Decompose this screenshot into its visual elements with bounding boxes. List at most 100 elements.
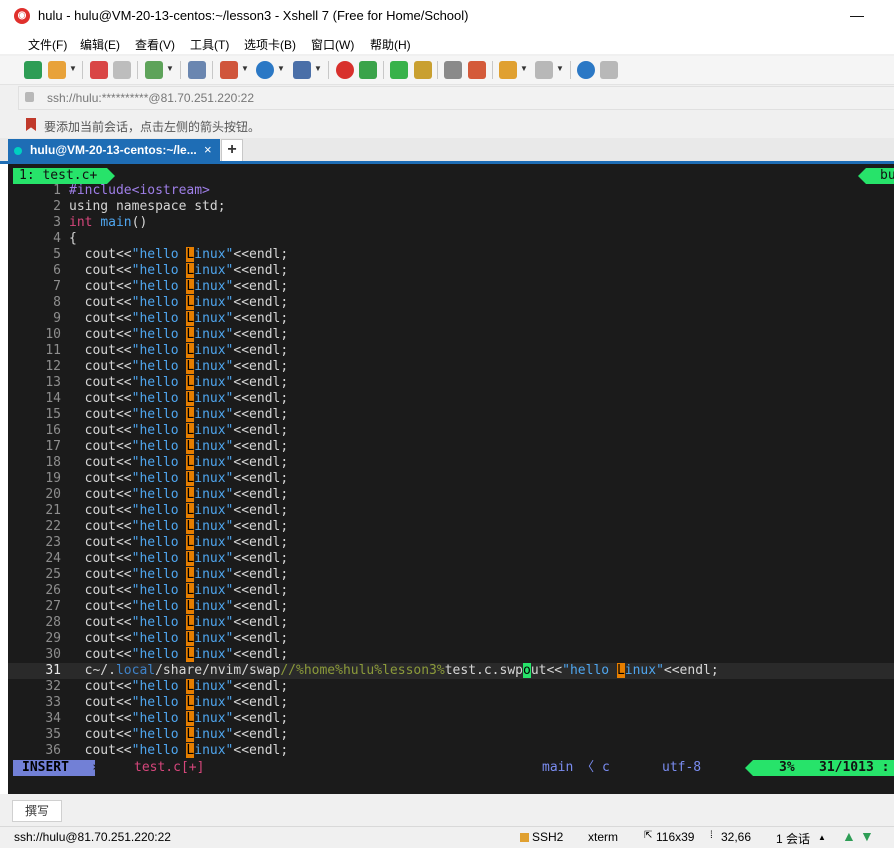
code-token: <<endl; bbox=[233, 743, 289, 758]
line-number: 30 bbox=[45, 647, 61, 662]
code-area[interactable]: 1 #include<iostream> 2 using namespace std;… bbox=[8, 183, 894, 759]
code-token: "hello bbox=[131, 263, 187, 278]
menu-tabs[interactable]: 选项卡(B) bbox=[244, 36, 296, 53]
minimize-button[interactable]: — bbox=[842, 2, 872, 30]
chevron-down-icon[interactable]: ▼ bbox=[69, 64, 77, 73]
code-token: <<endl; bbox=[663, 663, 719, 678]
compose-button[interactable]: 撰写 bbox=[12, 800, 62, 822]
menu-tools[interactable]: 工具(T) bbox=[190, 36, 229, 53]
highlight-icon[interactable] bbox=[468, 61, 486, 79]
code-token: inux" bbox=[194, 263, 234, 278]
menu-bar: 文件(F) 编辑(E) 查看(V) 工具(T) 选项卡(B) 窗口(W) 帮助(… bbox=[0, 32, 894, 54]
chevron-down-icon[interactable]: ▼ bbox=[277, 64, 285, 73]
code-token: <<endl; bbox=[233, 631, 289, 646]
code-token: "hello bbox=[131, 311, 187, 326]
connection-status: ssh://hulu@81.70.251.220:22 bbox=[14, 830, 171, 844]
code-token: "hello bbox=[131, 487, 187, 502]
xftp-icon[interactable] bbox=[359, 61, 377, 79]
layout-icon[interactable] bbox=[535, 61, 553, 79]
code-line: 26 cout<<"hello Linux"<<endl; bbox=[8, 583, 894, 599]
toolbar: ▼ ▼ ▼ ▼ ▼ ▼ ▼ bbox=[0, 56, 894, 85]
xshell-app-icon[interactable]: ◉ bbox=[14, 8, 30, 24]
new-tab-button[interactable]: + bbox=[221, 139, 243, 162]
code-token: "hello bbox=[131, 583, 187, 598]
chevron-up-icon[interactable]: ▲ bbox=[818, 833, 826, 842]
status-bar: ssh://hulu@81.70.251.220:22 SSH2 xterm ⇱… bbox=[0, 826, 894, 849]
toolbar-separator bbox=[570, 61, 571, 79]
chevron-down-icon[interactable]: ▼ bbox=[314, 64, 322, 73]
line-number: 14 bbox=[45, 391, 61, 406]
address-bar[interactable]: ssh://hulu:**********@81.70.251.220:22 bbox=[18, 86, 894, 110]
bookmark-icon[interactable] bbox=[26, 118, 36, 131]
menu-view[interactable]: 查看(V) bbox=[135, 36, 175, 53]
new-session-icon[interactable] bbox=[24, 61, 42, 79]
menu-window[interactable]: 窗口(W) bbox=[311, 36, 354, 53]
code-line: 6 cout<<"hello Linux"<<endl; bbox=[8, 263, 894, 279]
code-token: inux" bbox=[194, 711, 234, 726]
fullscreen-icon[interactable] bbox=[390, 61, 408, 79]
code-token: cout<< bbox=[69, 535, 132, 550]
code-line: 7 cout<<"hello Linux"<<endl; bbox=[8, 279, 894, 295]
menu-edit[interactable]: 编辑(E) bbox=[80, 36, 120, 53]
code-token: inux" bbox=[194, 519, 234, 534]
code-token: <<endl; bbox=[233, 359, 289, 374]
line-number: 1 bbox=[53, 183, 61, 198]
code-token: <<endl; bbox=[233, 407, 289, 422]
transfer-icon[interactable] bbox=[220, 61, 238, 79]
buffer-tab[interactable]: 1: test.c+ bbox=[13, 168, 116, 184]
status-dot-icon bbox=[14, 147, 22, 155]
code-line: 34 cout<<"hello Linux"<<endl; bbox=[8, 711, 894, 727]
statusline-position: 3% 31/1013 : bbox=[745, 760, 894, 776]
session-tab[interactable]: hulu@VM-20-13-centos:~/le... × bbox=[8, 139, 220, 162]
code-token: "hello bbox=[131, 407, 187, 422]
session-count[interactable]: 1 会话 bbox=[776, 830, 810, 847]
help-icon[interactable] bbox=[577, 61, 595, 79]
properties-icon[interactable] bbox=[145, 61, 163, 79]
code-token: <<endl; bbox=[233, 455, 289, 470]
code-token: main bbox=[100, 215, 132, 230]
xshell-icon[interactable] bbox=[336, 61, 354, 79]
code-line: 4{ bbox=[8, 231, 894, 247]
bottom-strip bbox=[0, 848, 894, 855]
code-token: <<endl; bbox=[233, 599, 289, 614]
code-token: local bbox=[115, 663, 156, 678]
code-line: 30 cout<<"hello Linux"<<endl; bbox=[8, 647, 894, 663]
code-line: 5 cout<<"hello Linux"<<endl; bbox=[8, 247, 894, 263]
code-token: "hello bbox=[131, 519, 187, 534]
font-icon[interactable] bbox=[293, 61, 311, 79]
lock-icon[interactable] bbox=[414, 61, 432, 79]
keyboard-icon[interactable] bbox=[444, 61, 462, 79]
add-folder-icon[interactable] bbox=[499, 61, 517, 79]
chevron-down-icon[interactable]: ▼ bbox=[520, 64, 528, 73]
terminal[interactable]: 1: test.c+ buf 1 #include<iostream> 2 using… bbox=[8, 164, 894, 794]
chat-icon[interactable] bbox=[600, 61, 618, 79]
code-token: "hello bbox=[131, 359, 187, 374]
open-folder-icon[interactable] bbox=[48, 61, 66, 79]
code-line: 14 cout<<"hello Linux"<<endl; bbox=[8, 391, 894, 407]
connect-icon[interactable] bbox=[90, 61, 108, 79]
code-line: 13 cout<<"hello Linux"<<endl; bbox=[8, 375, 894, 391]
code-token: <<endl; bbox=[233, 391, 289, 406]
close-tab-icon[interactable]: × bbox=[204, 142, 212, 157]
menu-help[interactable]: 帮助(H) bbox=[370, 36, 411, 53]
code-token: <<endl; bbox=[233, 583, 289, 598]
menu-file[interactable]: 文件(F) bbox=[28, 36, 67, 53]
find-icon[interactable] bbox=[188, 61, 206, 79]
line-number: 2 bbox=[53, 199, 61, 214]
code-token: "hello bbox=[131, 599, 187, 614]
code-token: cout<< bbox=[69, 263, 132, 278]
code-token: "hello bbox=[131, 551, 187, 566]
code-line: 3 int main() bbox=[8, 215, 894, 231]
globe-icon[interactable] bbox=[256, 61, 274, 79]
chevron-down-icon[interactable]: ▼ bbox=[166, 64, 174, 73]
line-number: 18 bbox=[45, 455, 61, 470]
disconnect-icon[interactable] bbox=[113, 61, 131, 79]
line-number: 31 bbox=[45, 663, 61, 678]
code-token: cout<< bbox=[69, 279, 132, 294]
code-token: "hello bbox=[131, 375, 187, 390]
code-token: cout<< bbox=[69, 439, 132, 454]
chevron-down-icon[interactable]: ▼ bbox=[241, 64, 249, 73]
code-line: 25 cout<<"hello Linux"<<endl; bbox=[8, 567, 894, 583]
line-number: 32 bbox=[45, 679, 61, 694]
chevron-down-icon[interactable]: ▼ bbox=[556, 64, 564, 73]
